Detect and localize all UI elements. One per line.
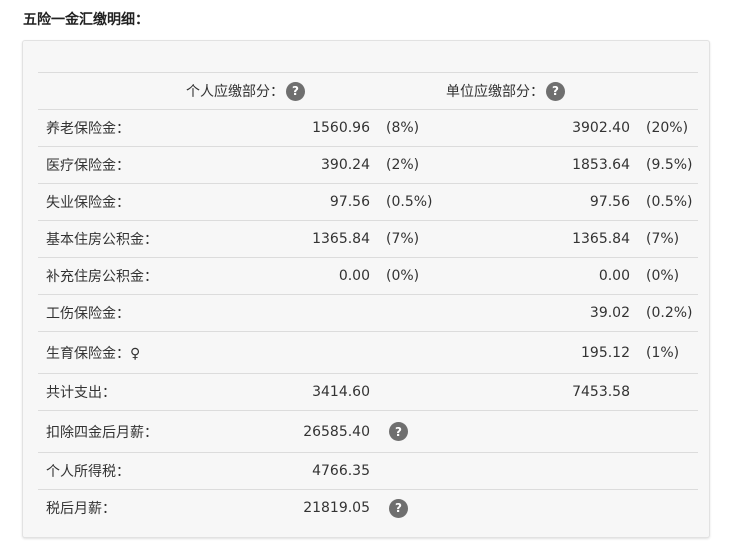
contribution-panel: 个人应缴部分： ? 单位应缴部分： ? 养老保险金： 1560.96 (8%) … [22, 40, 710, 538]
after-deduction-label: 扣除四金后月薪： [46, 424, 158, 441]
table-row-work-injury: 工伤保险金： 39.02 (0.2%) [38, 294, 698, 331]
table-row-net-salary: 税后月薪： 21819.05 ? [38, 489, 698, 526]
company-rate: (7%) [646, 231, 680, 247]
personal-header-label: 个人应缴部分： [186, 84, 284, 100]
company-rate: (20%) [646, 120, 689, 136]
row-label: 失业保险金： [46, 195, 130, 211]
table-row-salary-after-deduction: 扣除四金后月薪： 26585.40 ? [38, 410, 698, 452]
table-row-pension: 养老保险金： 1560.96 (8%) 3902.40 (20%) [38, 109, 698, 146]
table-row-unemployment: 失业保险金： 97.56 (0.5%) 97.56 (0.5%) [38, 183, 698, 220]
row-label: 基本住房公积金： [46, 232, 158, 248]
company-rate: (0.5%) [646, 194, 693, 210]
company-value: 1853.64 [572, 157, 630, 173]
personal-value: 1560.96 [312, 120, 370, 136]
after-deduction-help-icon[interactable]: ? [389, 422, 408, 441]
income-tax-label: 个人所得税： [46, 464, 130, 480]
company-value: 1365.84 [572, 231, 630, 247]
income-tax-value: 4766.35 [312, 463, 370, 479]
net-salary-help-icon[interactable]: ? [389, 498, 408, 518]
company-value: 39.02 [589, 305, 630, 321]
company-help-icon[interactable]: ? [546, 81, 565, 101]
personal-column-header: 个人应缴部分： ? [186, 73, 305, 109]
personal-value: 97.56 [329, 194, 370, 210]
table-row-supplementary-housing-fund: 补充住房公积金： 0.00 (0%) 0.00 (0%) [38, 257, 698, 294]
after-deduction-help: ? [387, 411, 408, 452]
after-deduction-value: 26585.40 [303, 423, 370, 440]
company-value: 0.00 [598, 268, 630, 284]
table-row-medical: 医疗保险金： 390.24 (2%) 1853.64 (9.5%) [38, 146, 698, 183]
table-header-row: 个人应缴部分： ? 单位应缴部分： ? [38, 72, 698, 109]
total-personal-value: 3414.60 [312, 384, 370, 400]
company-rate: (0.2%) [646, 305, 693, 321]
net-salary-value: 21819.05 [303, 500, 370, 516]
personal-rate: (2%) [386, 157, 420, 173]
company-header-label: 单位应缴部分： [446, 84, 544, 100]
company-value: 97.56 [589, 194, 630, 210]
row-label: 补充住房公积金： [46, 269, 158, 285]
company-rate: (1%) [646, 344, 680, 361]
row-label: 工伤保险金： [46, 306, 130, 322]
contribution-table: 个人应缴部分： ? 单位应缴部分： ? 养老保险金： 1560.96 (8%) … [38, 72, 698, 526]
row-label: 医疗保险金： [46, 158, 130, 174]
company-rate: (0%) [646, 268, 680, 284]
company-value: 195.12 [581, 344, 630, 361]
personal-value: 390.24 [321, 157, 370, 173]
row-label: 生育保险金：♀ [46, 345, 141, 362]
personal-rate: (7%) [386, 231, 420, 247]
section-title: 五险一金汇缴明细： [23, 12, 149, 28]
net-salary-label: 税后月薪： [46, 501, 116, 517]
row-label: 养老保险金： [46, 121, 130, 137]
company-value: 3902.40 [572, 120, 630, 136]
table-row-housing-fund: 基本住房公积金： 1365.84 (7%) 1365.84 (7%) [38, 220, 698, 257]
personal-rate: (8%) [386, 120, 420, 136]
personal-rate: (0.5%) [386, 194, 433, 210]
net-salary-help: ? [387, 490, 408, 526]
total-label: 共计支出： [46, 385, 116, 401]
personal-value: 0.00 [338, 268, 370, 284]
company-rate: (9.5%) [646, 157, 693, 173]
personal-help-icon[interactable]: ? [286, 81, 305, 101]
total-company-value: 7453.58 [572, 384, 630, 400]
company-column-header: 单位应缴部分： ? [446, 73, 565, 109]
personal-rate: (0%) [386, 268, 420, 284]
table-row-income-tax: 个人所得税： 4766.35 [38, 452, 698, 489]
table-row-total: 共计支出： 3414.60 7453.58 [38, 373, 698, 410]
personal-value: 1365.84 [312, 231, 370, 247]
table-row-maternity: 生育保险金：♀ 195.12 (1%) [38, 331, 698, 373]
